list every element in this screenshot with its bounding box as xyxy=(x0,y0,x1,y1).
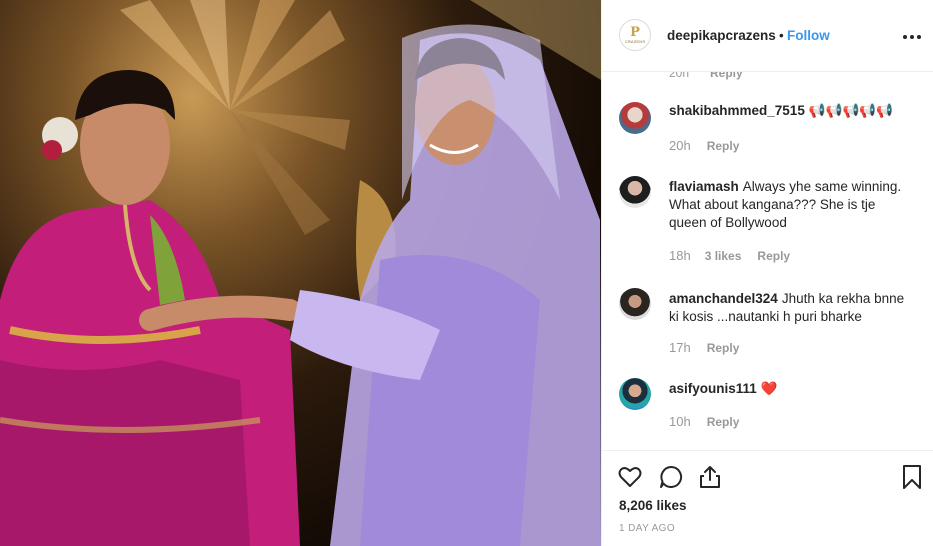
comment-meta: 20h Reply xyxy=(669,138,739,153)
comments-list[interactable]: 20h Reply shakibahmmed_7515 📢📢📢📢📢 20h Repl… xyxy=(602,72,933,450)
comment-bubble-icon[interactable] xyxy=(658,464,684,490)
commenter-avatar[interactable] xyxy=(619,102,651,134)
comment-time: 20h xyxy=(669,72,690,80)
follow-button[interactable]: Follow xyxy=(787,28,830,43)
post-photo[interactable] xyxy=(0,0,601,546)
comment-text-block: amanchandel324 Jhuth ka rekha bnne ki kos… xyxy=(669,290,914,326)
reply-button[interactable]: Reply xyxy=(707,415,740,429)
comment-username[interactable]: asifyounis111 xyxy=(669,381,757,396)
bookmark-icon[interactable] xyxy=(899,464,925,490)
comment-time: 17h xyxy=(669,340,691,355)
commenter-avatar[interactable] xyxy=(619,378,651,410)
reply-button[interactable]: Reply xyxy=(757,249,790,263)
comment-meta: 10h Reply xyxy=(669,414,739,429)
avatar-caption: CRAZENS xyxy=(624,39,646,44)
comment-username[interactable]: shakibahmmed_7515 xyxy=(669,103,805,118)
reply-button[interactable]: Reply xyxy=(707,341,740,355)
partial-comment-meta: 20h Reply xyxy=(669,72,743,80)
share-icon[interactable] xyxy=(697,464,723,490)
post-time-ago: 1 DAY AGO xyxy=(619,523,676,534)
author-avatar[interactable]: P CRAZENS xyxy=(619,19,651,51)
comment-text-block: flaviamash Always yhe same winning. What … xyxy=(669,178,914,232)
post-side-panel: P CRAZENS deepikapcrazens • Follow 20h R… xyxy=(601,0,933,546)
comment-meta: 17h Reply xyxy=(669,340,739,355)
commenter-avatar[interactable] xyxy=(619,176,651,208)
comment-username[interactable]: flaviamash xyxy=(669,179,739,194)
commenter-avatar[interactable] xyxy=(619,288,651,320)
photo-illustration xyxy=(0,0,601,546)
post-actions: 8,206 likes 1 DAY AGO xyxy=(602,450,933,546)
more-options-icon[interactable] xyxy=(903,34,921,40)
comment-text-block: shakibahmmed_7515 📢📢📢📢📢 xyxy=(669,102,914,120)
comment-body: 📢📢📢📢📢 xyxy=(808,103,893,118)
likes-count[interactable]: 8,206 likes xyxy=(619,498,687,513)
comment-time: 18h xyxy=(669,248,691,263)
comment-time: 20h xyxy=(669,138,691,153)
heart-icon[interactable] xyxy=(617,464,643,490)
author-username[interactable]: deepikapcrazens xyxy=(667,28,776,43)
header-separator: • xyxy=(779,28,784,43)
comment-body: ❤️ xyxy=(760,381,778,396)
comment-time: 10h xyxy=(669,414,691,429)
comment-username[interactable]: amanchandel324 xyxy=(669,291,778,306)
comment-likes[interactable]: 3 likes xyxy=(705,249,742,263)
reply-button[interactable]: Reply xyxy=(707,139,740,153)
comment-text-block: asifyounis111 ❤️ xyxy=(669,380,914,398)
comment-meta: 18h 3 likes Reply xyxy=(669,248,790,263)
post-header: P CRAZENS deepikapcrazens • Follow xyxy=(602,0,933,72)
reply-button[interactable]: Reply xyxy=(710,72,743,80)
avatar-monogram: P xyxy=(630,25,640,40)
